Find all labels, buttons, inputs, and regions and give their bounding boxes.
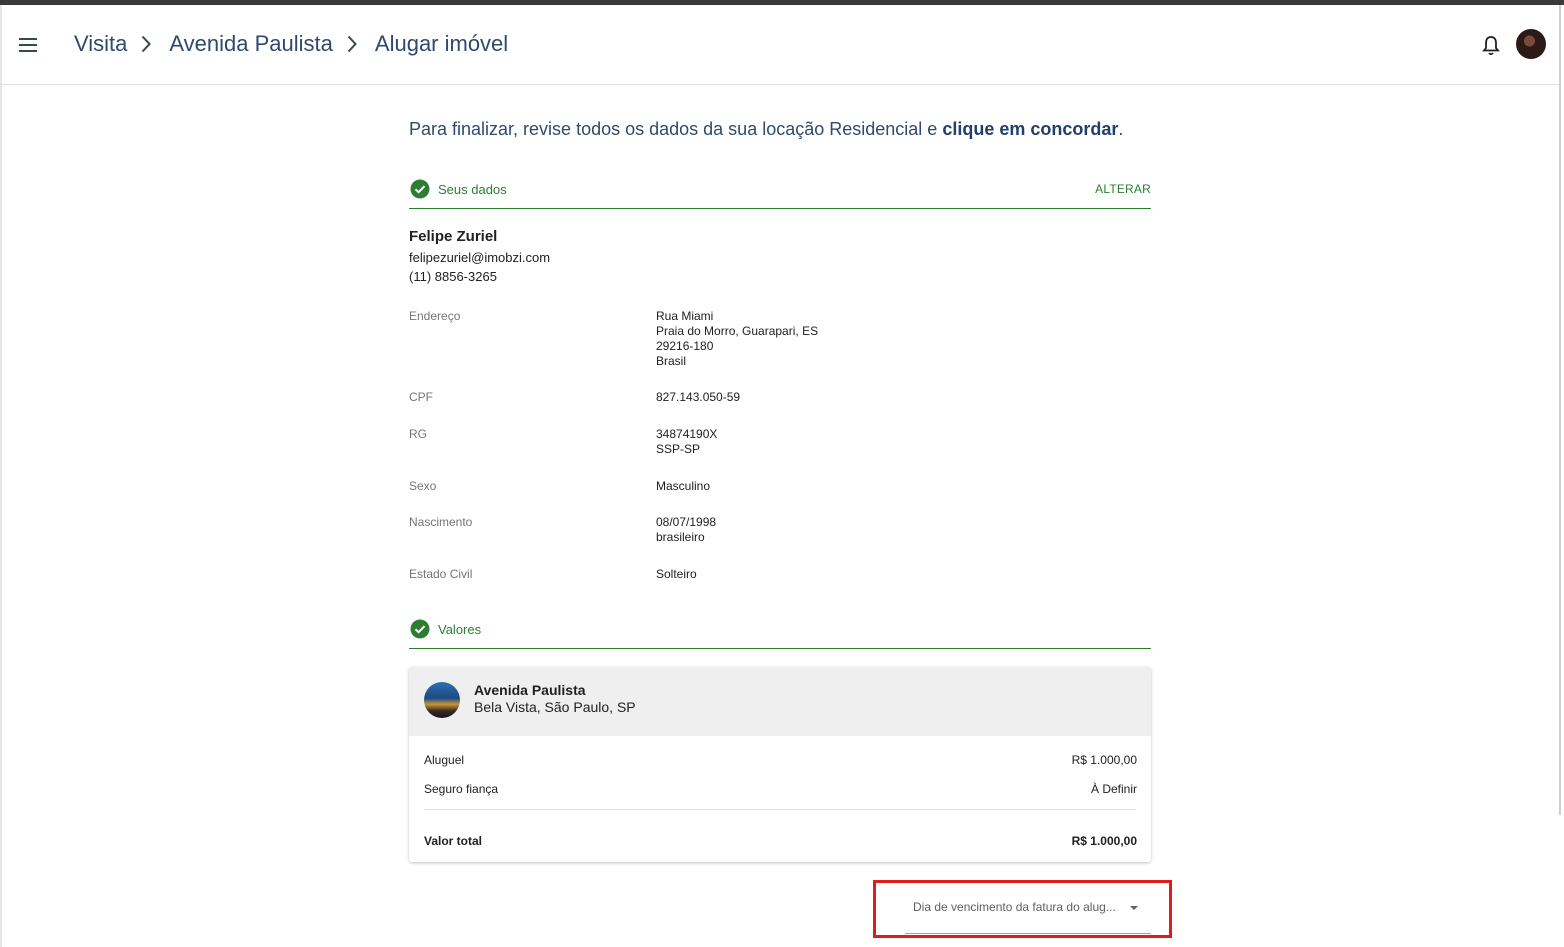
alter-button[interactable]: ALTERAR bbox=[1095, 182, 1151, 196]
nationality: brasileiro bbox=[656, 530, 705, 544]
total-label: Valor total bbox=[424, 834, 483, 848]
intro-text-emphasis: clique em concordar bbox=[942, 119, 1119, 139]
menu-icon[interactable] bbox=[19, 38, 37, 52]
cpf-label: CPF bbox=[409, 390, 433, 404]
property-header: Avenida Paulista Bela Vista, São Paulo, … bbox=[409, 667, 1151, 736]
rg-label: RG bbox=[409, 427, 427, 441]
app-header: Visita Avenida Paulista Alugar imóvel bbox=[2, 5, 1559, 85]
property-name: Avenida Paulista bbox=[474, 682, 586, 698]
cpf-value: 827.143.050-59 bbox=[656, 390, 741, 404]
section-header-values: Valores bbox=[409, 613, 1151, 649]
rg-issuer: SSP-SP bbox=[656, 442, 701, 456]
breadcrumb-item-property[interactable]: Avenida Paulista bbox=[169, 31, 333, 57]
address-line: Rua Miami bbox=[656, 309, 714, 323]
birth-value: 08/07/1998 brasileiro bbox=[656, 515, 716, 545]
values-card: Avenida Paulista Bela Vista, São Paulo, … bbox=[409, 667, 1151, 862]
chevron-right-icon bbox=[347, 34, 361, 54]
address-line: 29216-180 bbox=[656, 339, 714, 353]
due-day-select[interactable]: Dia de vencimento da fatura do alug... bbox=[905, 896, 1151, 934]
chevron-right-icon bbox=[141, 34, 155, 54]
property-image bbox=[424, 682, 460, 718]
avatar[interactable] bbox=[1516, 29, 1546, 59]
intro-text: Para finalizar, revise todos os dados da… bbox=[409, 119, 1123, 140]
sex-value: Masculino bbox=[656, 479, 711, 493]
section-title-personal: Seus dados bbox=[438, 182, 507, 197]
bell-icon[interactable] bbox=[1482, 35, 1500, 57]
scrollbar-track[interactable] bbox=[1559, 5, 1561, 815]
user-phone: (11) 8856-3265 bbox=[409, 269, 497, 284]
address-label: Endereço bbox=[409, 309, 461, 323]
civil-status-label: Estado Civil bbox=[409, 567, 473, 581]
check-circle-icon bbox=[410, 619, 430, 639]
rg-number: 34874190X bbox=[656, 427, 718, 441]
address-line: Brasil bbox=[656, 354, 687, 368]
total-value: R$ 1.000,00 bbox=[1071, 834, 1137, 848]
insurance-value: À Definir bbox=[1090, 782, 1137, 796]
address-value: Rua Miami Praia do Morro, Guarapari, ES … bbox=[656, 309, 818, 369]
user-email: felipezuriel@imobzi.com bbox=[409, 250, 551, 265]
caret-down-icon bbox=[1130, 906, 1138, 910]
address-line: Praia do Morro, Guarapari, ES bbox=[656, 324, 819, 338]
window-left-edge bbox=[0, 5, 2, 947]
birth-label: Nascimento bbox=[409, 515, 473, 529]
breadcrumb-item-current: Alugar imóvel bbox=[374, 31, 509, 56]
civil-status-value: Solteiro bbox=[656, 567, 697, 581]
insurance-label: Seguro fiança bbox=[424, 782, 499, 796]
sex-label: Sexo bbox=[409, 479, 437, 493]
check-circle-icon bbox=[410, 179, 430, 199]
rent-label: Aluguel bbox=[424, 753, 465, 767]
divider bbox=[424, 809, 1136, 810]
rent-value: R$ 1.000,00 bbox=[1071, 753, 1137, 767]
birth-date: 08/07/1998 bbox=[656, 515, 717, 529]
intro-text-suffix: . bbox=[1118, 119, 1124, 139]
section-title-values: Valores bbox=[438, 622, 482, 637]
breadcrumb: Visita Avenida Paulista Alugar imóvel bbox=[74, 29, 508, 59]
section-header-personal: Seus dados ALTERAR bbox=[409, 173, 1151, 209]
rg-value: 34874190X SSP-SP bbox=[656, 427, 717, 457]
property-address: Bela Vista, São Paulo, SP bbox=[474, 699, 636, 715]
user-name: Felipe Zuriel bbox=[409, 228, 498, 245]
breadcrumb-item-visita[interactable]: Visita bbox=[74, 31, 127, 57]
intro-text-main: Para finalizar, revise todos os dados da… bbox=[409, 119, 943, 139]
due-day-select-label: Dia de vencimento da fatura do alug... bbox=[913, 900, 1116, 914]
